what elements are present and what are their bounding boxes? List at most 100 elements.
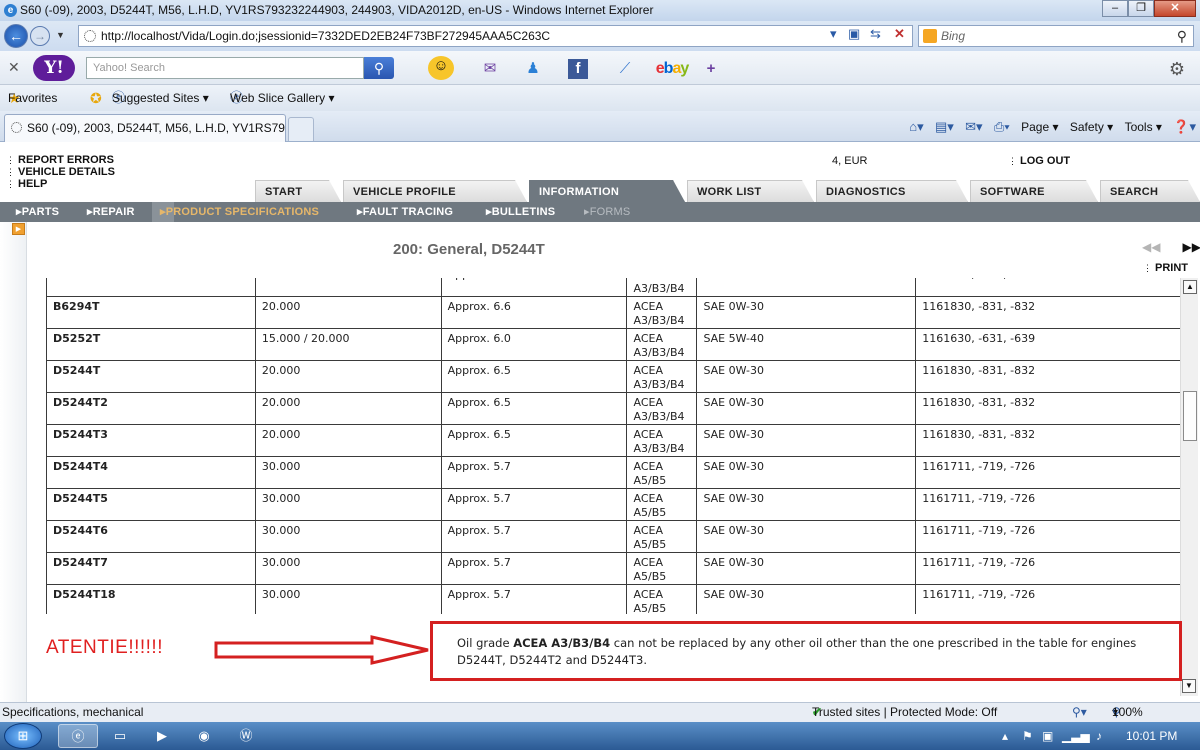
compatibility-view-icon[interactable]: ▣ (848, 26, 860, 42)
cell-service-interval: 30.000 (254, 584, 442, 614)
scroll-thumb[interactable] (1183, 391, 1197, 441)
close-toolbar-icon[interactable]: ✕ (8, 59, 20, 76)
url-dropdown-icon[interactable]: ▾ (830, 26, 837, 42)
subnav-fault-tracing[interactable]: ▸ FAULT TRACING (357, 202, 453, 222)
annotation-note-box: Oil grade ACEA A3/B3/B4 can not be repla… (430, 621, 1182, 681)
table-row: D5244T4 30.000 Approx. 5.7 ACEA A5/B5 SAE 0W… (46, 456, 1182, 489)
start-button[interactable]: ⊞ (4, 723, 42, 749)
expand-panel-icon[interactable]: ▶ (12, 223, 25, 235)
safety-menu[interactable]: Safety ▾ (1070, 120, 1113, 134)
cell-oil-volume: Approx. 6.5 (440, 424, 628, 457)
url-input[interactable]: http://localhost/Vida/Login.do;jsessioni… (78, 25, 913, 47)
back-button[interactable]: ← (4, 24, 28, 48)
next-page-icon[interactable]: ▶▶ (1182, 240, 1200, 254)
cell-viscosity: SAE 0W-30 (696, 360, 917, 393)
taskbar-chrome-icon[interactable]: ◉ (184, 724, 224, 748)
show-hidden-icons[interactable]: ▴ (1002, 722, 1008, 750)
search-icon[interactable]: ⚲ (1177, 26, 1187, 46)
page-menu[interactable]: Page ▾ (1021, 120, 1058, 134)
report-errors-link[interactable]: REPORT ERRORS (6, 154, 115, 166)
currency-label: 4, EUR (832, 155, 868, 167)
new-tab-button[interactable] (288, 117, 314, 141)
minimize-button[interactable]: – (1102, 0, 1128, 17)
taskbar-explorer-folder-icon[interactable]: ▭ (100, 724, 140, 748)
window-title: S60 (-09), 2003, D5244T, M56, L.H.D, YV1… (20, 3, 654, 17)
yahoo-toolbar: ✕ Y! Yahoo! Search ⚲ ☺ ✉ ♟ f ⟋ ebay + ⚙ (0, 51, 1200, 85)
feeds-icon[interactable]: ▤▾ (935, 119, 954, 134)
flag-icon[interactable]: ⚑ (1022, 722, 1033, 750)
cell-service-interval: 20.000 (254, 424, 442, 457)
tab-software[interactable]: SOFTWARE (970, 180, 1098, 202)
clock[interactable]: 10:01 PM (1126, 722, 1177, 750)
cell-oil-grade: ACEA A5/B5 (626, 520, 698, 553)
add-app-icon[interactable]: + (702, 59, 720, 79)
forward-button[interactable]: → (30, 26, 50, 46)
subnav-bulletins[interactable]: ▸ BULLETINS (486, 202, 555, 222)
help-icon[interactable]: ❓▾ (1173, 119, 1196, 134)
print-icon[interactable]: ⎙▾ (994, 119, 1010, 134)
cell-part-numbers: 1161830, -831, -832 (915, 278, 1182, 297)
system-tray: ▴ ⚑ ▣ ▁▃▅ ♪ 10:01 PM (1000, 722, 1200, 750)
status-bar: Specifications, mechanical ✔ Trusted sit… (0, 702, 1200, 722)
tools-menu[interactable]: Tools ▾ (1125, 120, 1162, 134)
cell-part-numbers: 1161830, -831, -832 (915, 360, 1182, 393)
browser-tab-active[interactable]: S60 (-09), 2003, D5244T, M56, L.H.D, YV1… (4, 114, 286, 142)
ebay-icon[interactable]: ebay (652, 59, 692, 79)
table-row: B6294T 20.000 Approx. 6.6 ACEA A3/B3/B4 SAE … (46, 296, 1182, 329)
tab-start[interactable]: START (255, 180, 341, 202)
refresh-icon[interactable]: ⇆ (870, 26, 881, 42)
network-signal-icon[interactable]: ▁▃▅ (1062, 722, 1090, 750)
cell-oil-volume: Approx. 6.6 (440, 278, 628, 297)
print-link[interactable]: PRINT (1143, 262, 1188, 274)
taskbar-wordpress-icon[interactable]: Ⓦ (226, 724, 266, 748)
vehicle-details-link[interactable]: VEHICLE DETAILS (6, 166, 115, 178)
bing-search-input[interactable]: Bing ⚲ (918, 25, 1194, 47)
maximize-button[interactable]: ❐ (1128, 0, 1154, 17)
volume-icon[interactable]: ♪ (1096, 722, 1102, 750)
bing-search-placeholder: Bing (941, 29, 966, 43)
stop-icon[interactable]: ✕ (894, 26, 905, 42)
cell-service-interval: 30.000 (254, 456, 442, 489)
tab-information[interactable]: INFORMATION (529, 180, 685, 202)
gear-icon[interactable]: ⚙ (1166, 59, 1188, 79)
subnav-repair[interactable]: ▸ REPAIR (87, 202, 134, 222)
subnav-product-specifications[interactable]: ▸ PRODUCT SPECIFICATIONS (152, 202, 319, 222)
content-scrollbar[interactable]: ▲ (1180, 278, 1198, 696)
scroll-up-arrow[interactable]: ▲ (1183, 280, 1197, 294)
cell-viscosity: SAE 0W-30 (696, 278, 917, 297)
tab-search[interactable]: SEARCH (1100, 180, 1200, 202)
tab-vehicle-profile[interactable]: VEHICLE PROFILE (343, 180, 527, 202)
bing-logo-icon (923, 29, 937, 43)
cell-engine-code: D5244T6 (46, 520, 256, 553)
close-button[interactable]: ✕ (1154, 0, 1196, 17)
tab-diagnostics[interactable]: DIAGNOSTICS (816, 180, 968, 202)
yahoo-search-input[interactable]: Yahoo! Search (86, 57, 364, 79)
cell-oil-grade: ACEA A3/B3/B4 (626, 278, 698, 297)
zoom-control[interactable]: ⚲ 100% ▾ (1112, 703, 1143, 722)
tab-work-list[interactable]: WORK LIST (687, 180, 814, 202)
contacts-icon[interactable]: ♟ (520, 59, 546, 79)
recent-pages-dropdown-icon[interactable]: ▼ (56, 30, 65, 40)
facebook-icon[interactable]: f (568, 59, 588, 79)
display-icon[interactable]: ▣ (1042, 722, 1053, 750)
tab-loading-icon (11, 122, 22, 133)
yahoo-search-button[interactable]: ⚲ (364, 57, 394, 79)
cell-viscosity: SAE 0W-30 (696, 584, 917, 614)
home-icon[interactable]: ⌂▾ (909, 119, 923, 134)
protected-mode-icon[interactable]: ⚲▾ (1072, 703, 1087, 722)
mail-icon[interactable]: ✉ (478, 59, 502, 79)
messenger-smiley-icon[interactable]: ☺ (428, 56, 454, 80)
table-row: D5244T2 20.000 Approx. 6.5 ACEA A3/B3/B4 SAE… (46, 392, 1182, 425)
yahoo-logo[interactable]: Y! (33, 55, 75, 81)
taskbar-media-player-icon[interactable]: ▶ (142, 724, 182, 748)
taskbar-internet-explorer[interactable]: ⓔ (58, 724, 98, 748)
cell-oil-volume: Approx. 5.7 (440, 488, 628, 521)
finance-chart-icon[interactable]: ⟋ (614, 59, 636, 79)
subnav-parts[interactable]: ▸ PARTS (16, 202, 59, 222)
cell-engine-code: D5244T5 (46, 488, 256, 521)
scroll-down-arrow[interactable]: ▼ (1182, 679, 1196, 693)
cell-oil-grade: ACEA A5/B5 (626, 488, 698, 521)
cell-service-interval: 20.000 (254, 360, 442, 393)
logout-link[interactable]: LOG OUT (1008, 155, 1070, 167)
read-mail-icon[interactable]: ✉▾ (965, 119, 982, 134)
